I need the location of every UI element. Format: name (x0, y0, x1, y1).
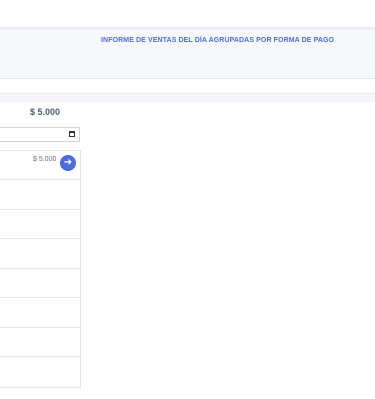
list-item (0, 269, 80, 298)
list-item (0, 180, 80, 210)
arrow-right-icon[interactable]: ➔ (60, 155, 76, 171)
list-item (0, 357, 80, 387)
list-item (0, 328, 80, 357)
list-item (0, 298, 80, 328)
list-item: $ 5.000 ➔ (0, 151, 80, 180)
total-amount: $ 5.000 (30, 107, 61, 117)
report-title: INFORME DE VENTAS DEL DÍA AGRUPADAS POR … (101, 37, 335, 44)
payment-method-list: $ 5.000 ➔ (0, 150, 81, 388)
payment-amount: $ 5.000 (33, 156, 57, 163)
calendar-icon[interactable] (69, 131, 75, 137)
top-navbar (0, 0, 375, 27)
list-item (0, 239, 80, 269)
date-input[interactable] (0, 127, 80, 142)
list-item (0, 210, 80, 239)
section-divider (0, 93, 375, 102)
